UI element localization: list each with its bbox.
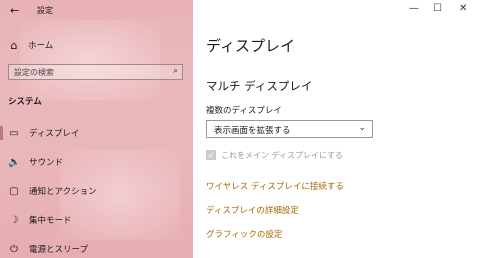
sidebar-item-label: ディスプレイ — [29, 129, 80, 139]
home-icon: ⌂ — [10, 38, 18, 52]
back-arrow-icon[interactable]: ← — [10, 4, 19, 17]
checkbox-label: これをメイン ディスプレイにする — [221, 150, 344, 160]
multi-display-dropdown[interactable]: 表示画面を拡張する ⌄ — [206, 120, 373, 138]
page-title: ディスプレイ — [206, 37, 295, 55]
sidebar-item-sound[interactable]: 🔈 サウンド — [8, 155, 63, 169]
chevron-down-icon: ⌄ — [358, 123, 366, 133]
moon-icon: ☽ — [9, 214, 19, 226]
main-content: — ☐ ✕ ディスプレイ マルチ ディスプレイ 複数のディスプレイ 表示画面を拡… — [193, 0, 480, 258]
dropdown-value: 表示画面を拡張する — [214, 126, 291, 136]
sidebar-item-home[interactable]: ⌂ ホーム — [8, 38, 54, 52]
active-indicator — [0, 126, 3, 140]
sidebar-item-label: 集中モード — [29, 216, 72, 226]
maximize-icon[interactable]: ☐ — [433, 3, 442, 14]
wireless-display-link[interactable]: ワイヤレス ディスプレイに接続する — [206, 180, 344, 192]
main-display-option: ✓ これをメイン ディスプレイにする — [206, 149, 343, 161]
search-input[interactable]: 設定の検索 ⌕ — [8, 64, 183, 80]
minimize-icon[interactable]: — — [409, 3, 419, 14]
graphics-settings-link[interactable]: グラフィックの設定 — [206, 228, 282, 240]
search-placeholder: 設定の検索 — [14, 68, 54, 77]
sidebar-item-label: ホーム — [28, 41, 54, 51]
sidebar-item-display[interactable]: ▭ ディスプレイ — [8, 126, 79, 140]
search-icon[interactable]: ⌕ — [173, 66, 178, 76]
main-display-checkbox[interactable]: ✓ — [206, 150, 216, 160]
section-title: マルチ ディスプレイ — [206, 79, 313, 93]
sidebar: ← 設定 ⌂ ホーム 設定の検索 ⌕ システム ▭ ディスプレイ 🔈 サウンド … — [0, 0, 193, 258]
sidebar-background-highlight — [20, 20, 160, 100]
close-icon[interactable]: ✕ — [459, 3, 467, 14]
multi-display-label: 複数のディスプレイ — [206, 106, 282, 116]
sidebar-item-focus-assist[interactable]: ☽ 集中モード — [8, 213, 72, 227]
sidebar-item-label: 通知とアクション — [29, 187, 97, 197]
speaker-icon: 🔈 — [8, 156, 21, 168]
sidebar-item-label: サウンド — [29, 158, 64, 168]
sidebar-section-title: システム — [8, 97, 42, 107]
advanced-display-settings-link[interactable]: ディスプレイの詳細設定 — [206, 204, 299, 216]
notification-icon: ▢ — [9, 185, 19, 197]
display-icon: ▭ — [9, 127, 19, 139]
title-bar: ← 設定 — [0, 0, 193, 22]
sidebar-item-label: 電源とスリープ — [29, 245, 88, 255]
window-title: 設定 — [37, 6, 53, 15]
sidebar-item-notifications[interactable]: ▢ 通知とアクション — [8, 184, 97, 198]
sidebar-item-power-sleep[interactable]: ⏻ 電源とスリープ — [8, 242, 88, 256]
power-icon: ⏻ — [10, 243, 18, 255]
